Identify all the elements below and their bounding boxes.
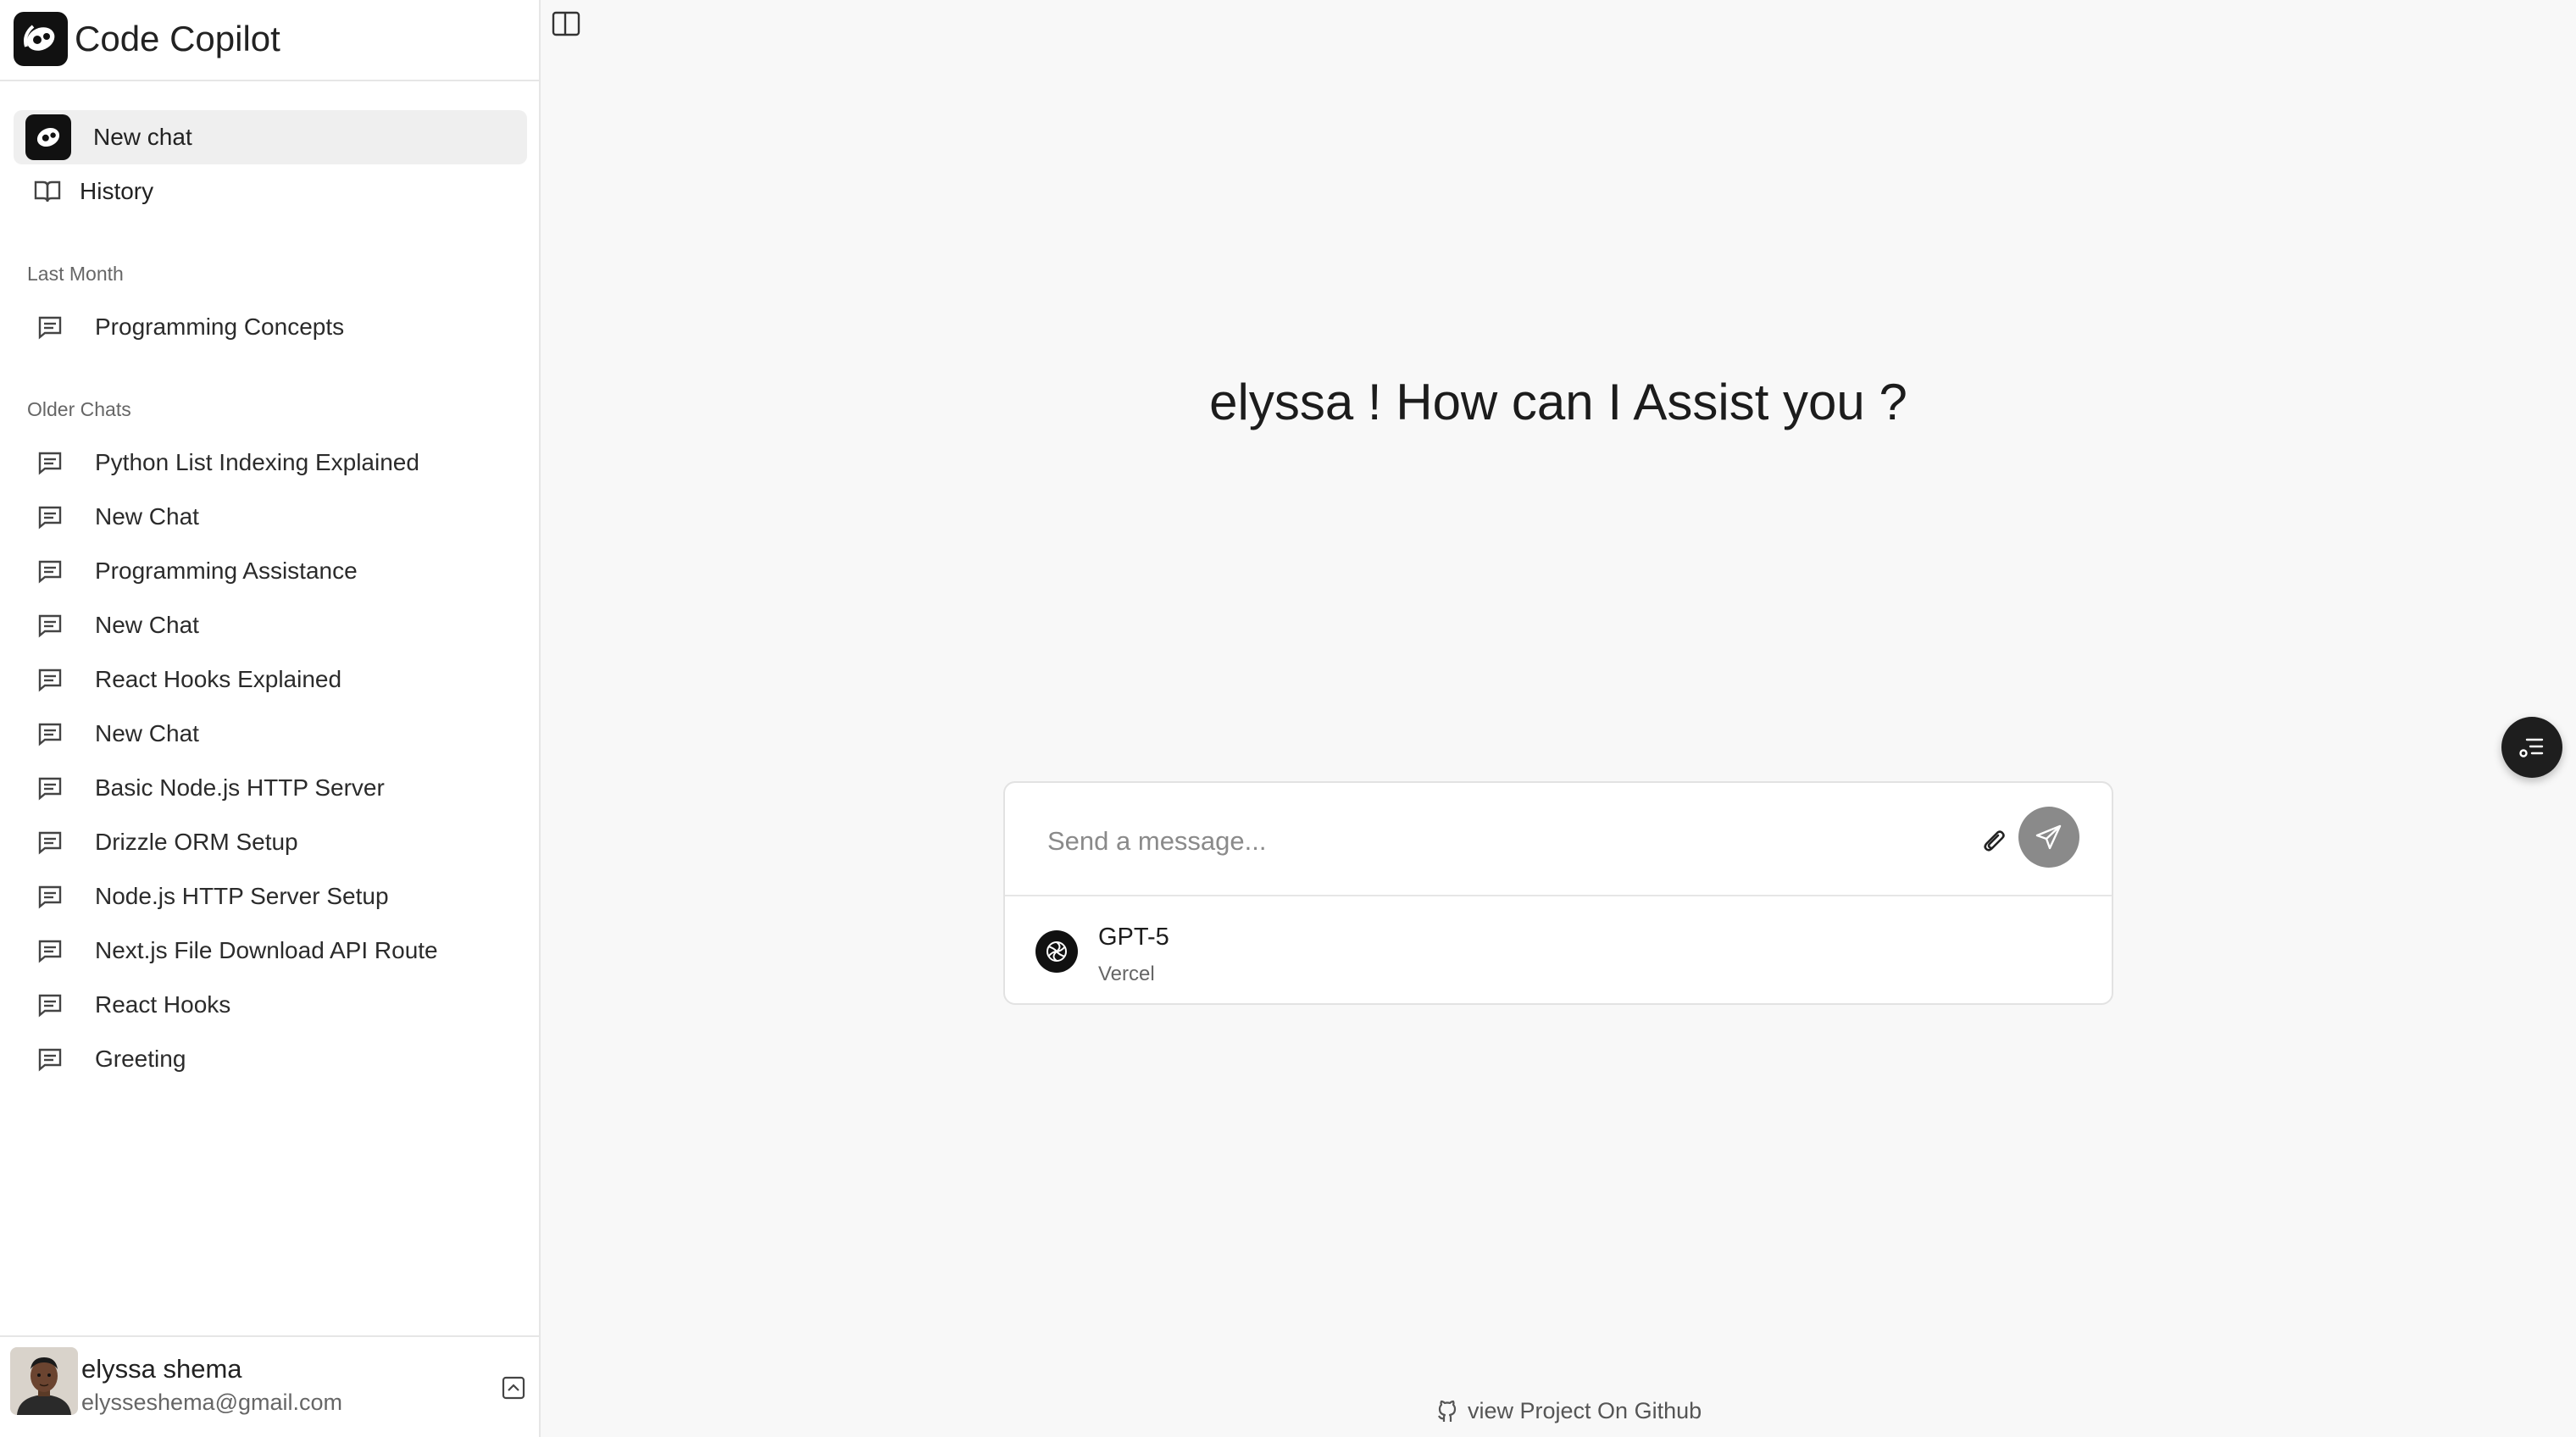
user-panel[interactable]: elyssa shema elysseshema@gmail.com [0, 1335, 539, 1437]
chat-title: React Hooks Explained [95, 666, 342, 692]
list-settings-button[interactable] [2501, 717, 2562, 778]
chat-title: Drizzle ORM Setup [95, 829, 298, 855]
chat-title: New Chat [95, 503, 199, 530]
user-name: elyssa shema [81, 1354, 242, 1384]
panel-left-icon[interactable] [551, 10, 581, 37]
chat-item[interactable]: Drizzle ORM Setup [37, 822, 298, 863]
chat-title: New Chat [95, 720, 199, 746]
chevron-up-icon[interactable] [502, 1376, 525, 1400]
chat-item[interactable]: Programming Assistance [37, 551, 358, 591]
chat-title: React Hooks [95, 991, 231, 1018]
openai-icon [1035, 930, 1078, 973]
chat-title: Programming Assistance [95, 558, 358, 584]
avatar[interactable] [10, 1347, 78, 1415]
history-button[interactable]: History [14, 164, 527, 219]
app-title: Code Copilot [75, 19, 280, 58]
new-chat-button[interactable]: New chat [14, 110, 527, 164]
chat-title: Node.js HTTP Server Setup [95, 883, 389, 909]
list-settings-icon [2515, 730, 2549, 764]
chat-item[interactable]: Node.js HTTP Server Setup [37, 876, 389, 917]
chat-item[interactable]: New Chat [37, 605, 199, 646]
chat-item[interactable]: Next.js File Download API Route [37, 930, 438, 971]
message-square-icon [37, 829, 63, 855]
message-square-icon [37, 884, 63, 909]
sidebar: Code Copilot New chat History Last Month… [0, 0, 541, 1437]
send-icon [2035, 823, 2063, 852]
section-label-last-month: Last Month [27, 263, 124, 285]
chat-item[interactable]: New Chat [37, 497, 199, 537]
chat-item[interactable]: Greeting [37, 1039, 186, 1079]
chat-item[interactable]: New Chat [37, 713, 199, 754]
chat-title: Next.js File Download API Route [95, 937, 438, 963]
app: Code Copilot New chat History Last Month… [0, 0, 2576, 1437]
message-square-icon [37, 558, 63, 584]
chat-item[interactable]: React Hooks Explained [37, 659, 341, 700]
new-chat-label: New chat [93, 124, 192, 150]
github-icon [1438, 1400, 1457, 1422]
user-email: elysseshema@gmail.com [81, 1390, 343, 1415]
message-square-icon [37, 992, 63, 1018]
model-selector[interactable]: GPT-5 Vercel [1035, 912, 2069, 993]
brand-logo-icon[interactable] [14, 12, 68, 66]
message-square-icon [37, 504, 63, 530]
chat-item[interactable]: Basic Node.js HTTP Server [37, 768, 385, 808]
chat-title: Programming Concepts [95, 313, 345, 340]
github-project-link[interactable]: view Project On Github [1435, 1398, 1702, 1424]
history-label: History [80, 178, 154, 204]
message-square-icon [37, 450, 63, 475]
send-button[interactable] [2018, 807, 2079, 868]
message-square-icon [37, 613, 63, 638]
message-square-icon [37, 775, 63, 801]
message-square-icon [37, 1046, 63, 1072]
chat-title: Greeting [95, 1046, 186, 1072]
message-composer: GPT-5 Vercel [1003, 781, 2113, 1005]
greeting-heading: elyssa ! How can I Assist you ? [1209, 374, 1907, 430]
chat-item[interactable]: Programming Concepts [37, 307, 344, 347]
model-provider: Vercel [1098, 963, 1155, 985]
brand-logo-icon [25, 114, 71, 160]
chat-title: New Chat [95, 612, 199, 638]
chat-title: Python List Indexing Explained [95, 449, 419, 475]
message-square-icon [37, 938, 63, 963]
github-link-label: view Project On Github [1468, 1398, 1702, 1423]
paperclip-icon[interactable] [1979, 827, 2010, 857]
chat-item[interactable]: Python List Indexing Explained [37, 442, 419, 483]
message-square-icon [37, 314, 63, 340]
message-input[interactable] [1046, 820, 1939, 863]
composer-divider [1005, 895, 2112, 896]
section-label-older-chats: Older Chats [27, 398, 131, 420]
brand-header: Code Copilot [0, 0, 539, 81]
book-icon [34, 180, 61, 203]
chat-item[interactable]: React Hooks [37, 985, 230, 1025]
chat-title: Basic Node.js HTTP Server [95, 774, 385, 801]
main-area: elyssa ! How can I Assist you ? Send a m… [541, 0, 2576, 1437]
message-square-icon [37, 667, 63, 692]
message-square-icon [37, 721, 63, 746]
model-name: GPT-5 [1098, 924, 1169, 951]
